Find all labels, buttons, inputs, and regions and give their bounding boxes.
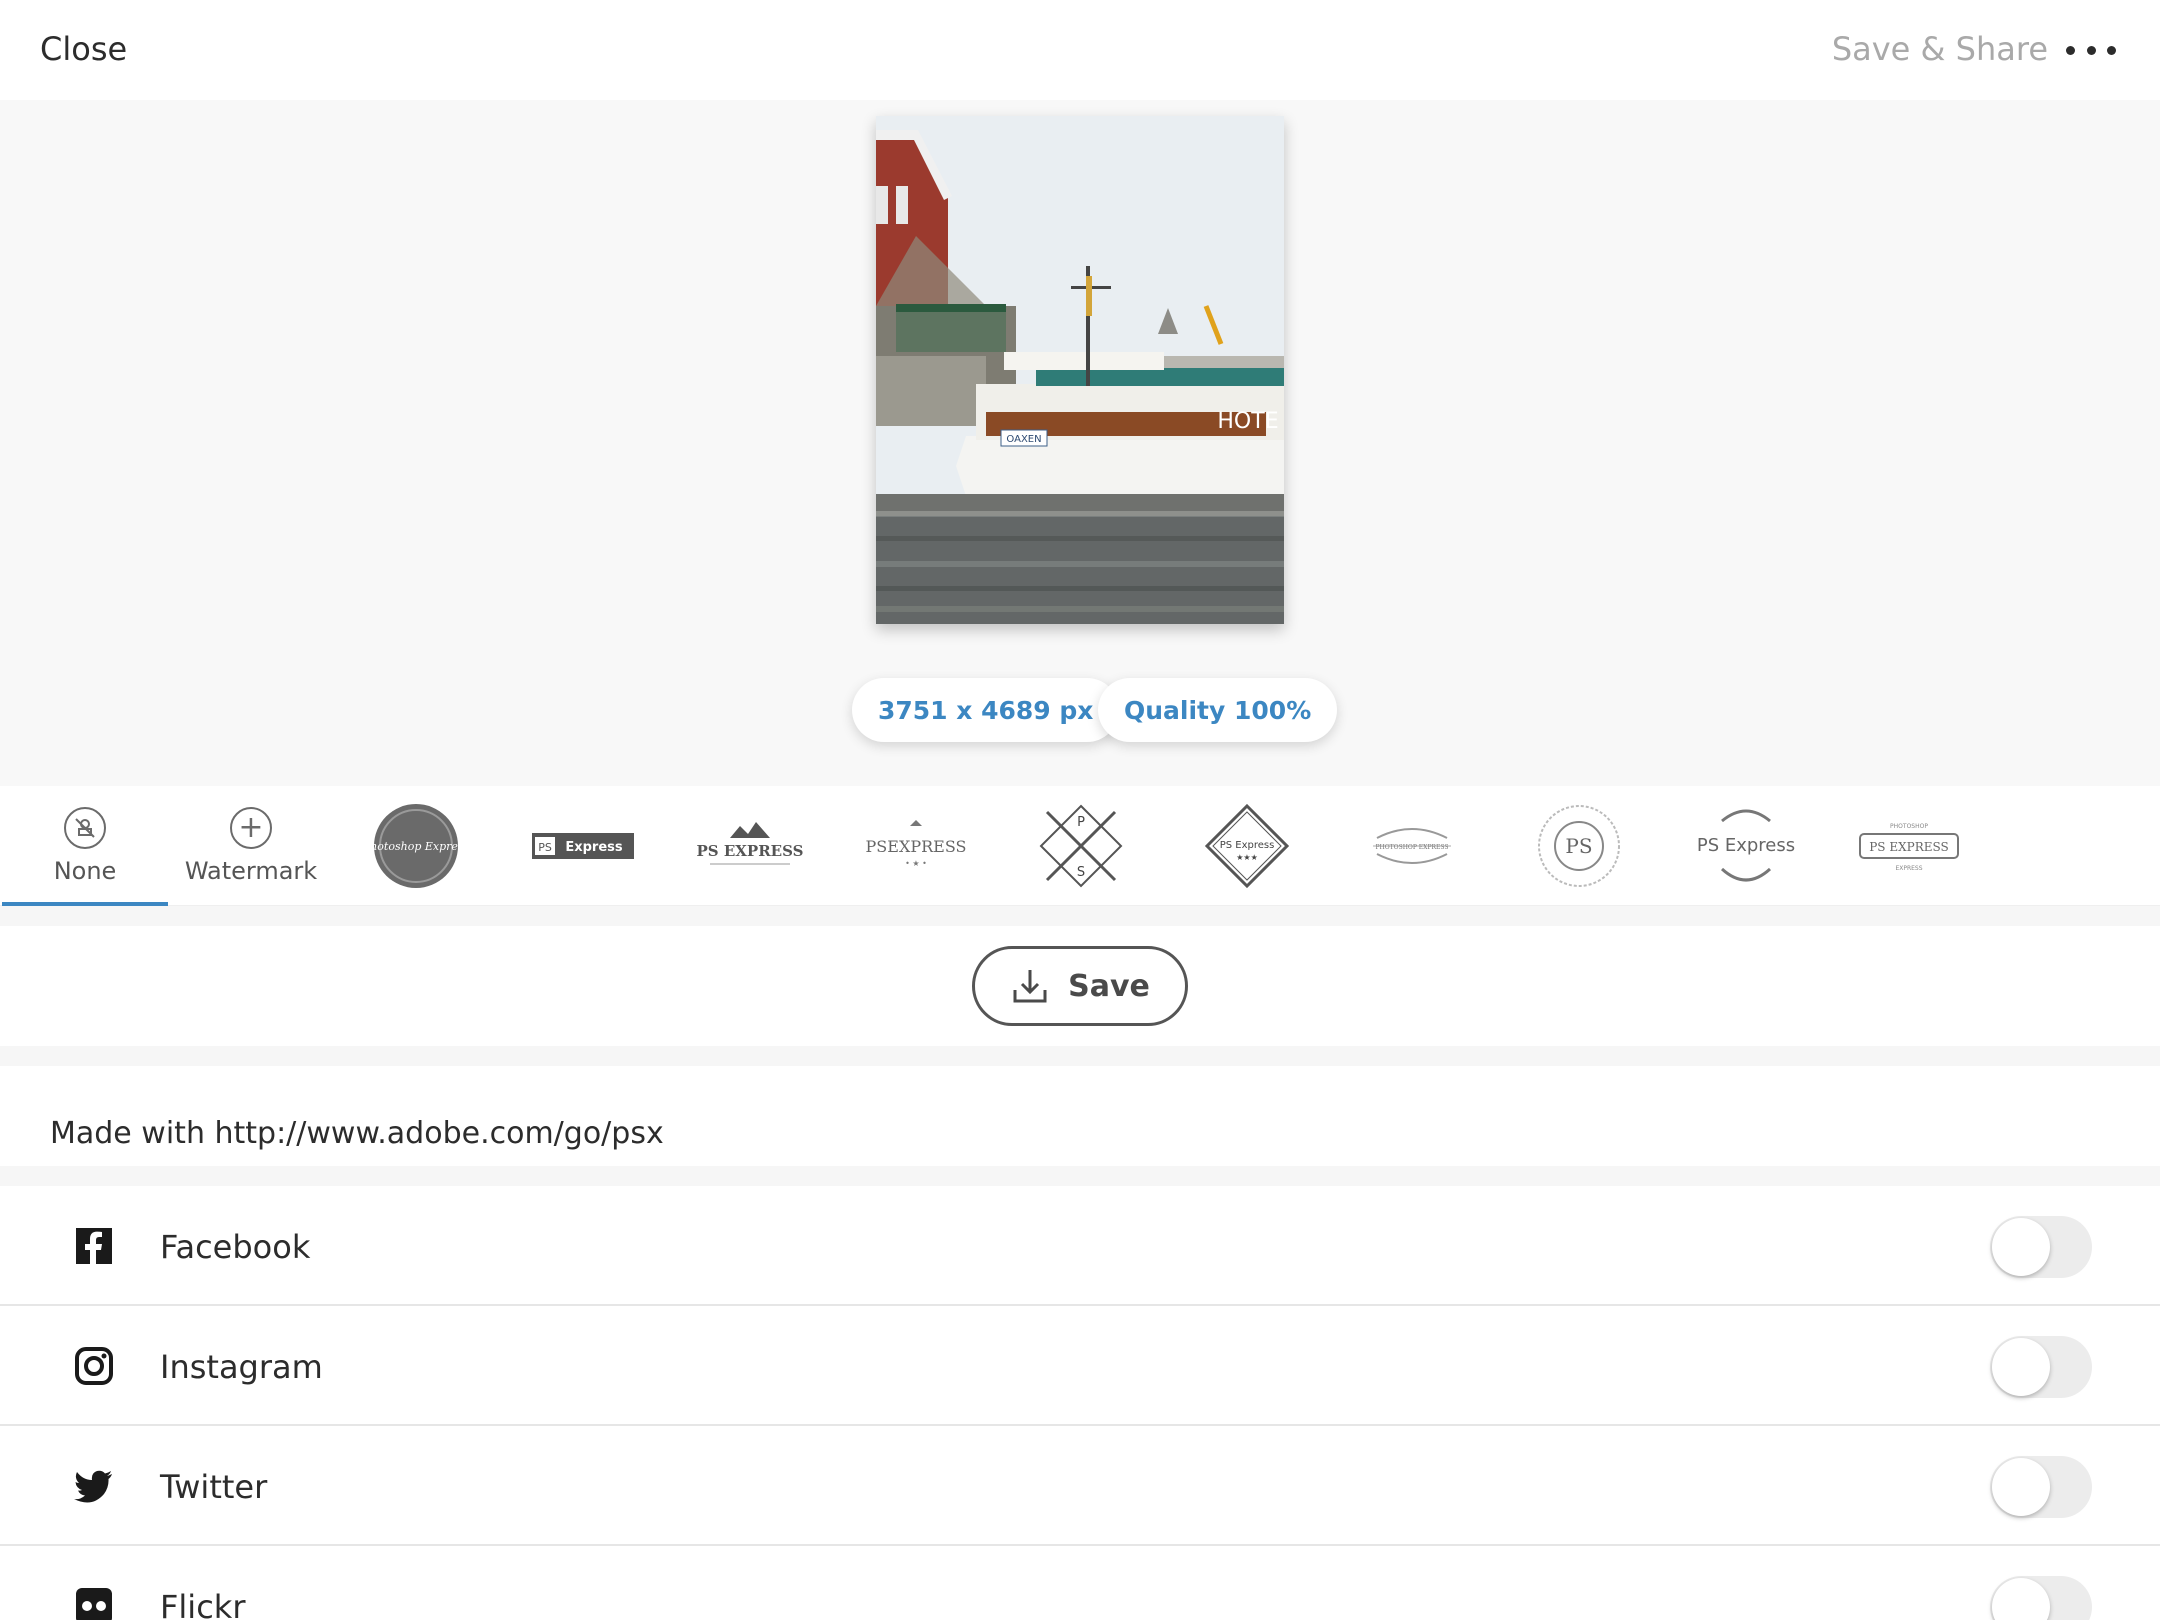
save-row: Save <box>0 926 2160 1046</box>
facebook-toggle[interactable] <box>1990 1216 2092 1278</box>
ellipsis-icon[interactable] <box>2066 30 2116 70</box>
svg-text:PHOTOSHOP: PHOTOSHOP <box>1890 823 1928 830</box>
watermark-logo-thin-ring[interactable]: PHOTOSHOP EXPRESS <box>1366 800 1458 892</box>
share-row-flickr[interactable]: Flickr <box>0 1546 2160 1620</box>
svg-text:PS Express: PS Express <box>1220 840 1275 851</box>
watermark-add[interactable]: + Watermark <box>168 786 334 906</box>
svg-text:PS: PS <box>1565 834 1592 858</box>
watermark-logo-photoshop-express-seal[interactable]: Photoshop Express <box>370 800 462 892</box>
section-divider <box>0 906 2160 926</box>
instagram-toggle[interactable] <box>1990 1336 2092 1398</box>
watermark-strip: None + Watermark Photoshop Express PS Ex… <box>0 786 2160 906</box>
watermark-logo-arched[interactable]: PSEXPRESS • ★ • <box>858 800 974 892</box>
section-divider <box>0 1046 2160 1066</box>
watermark-add-label: Watermark <box>184 857 318 885</box>
share-row-facebook[interactable]: Facebook <box>0 1186 2160 1306</box>
watermark-logo-diamond[interactable]: PS Express ★★★ <box>1202 800 1292 892</box>
watermark-logo-ps-circle[interactable]: PS <box>1534 800 1624 892</box>
share-name-instagram: Instagram <box>160 1348 323 1386</box>
save-button[interactable]: Save <box>972 946 1188 1026</box>
share-row-instagram[interactable]: Instagram <box>0 1306 2160 1426</box>
instagram-icon <box>75 1347 113 1385</box>
svg-text:PS: PS <box>538 841 552 854</box>
watermark-logo-boxed[interactable]: PHOTOSHOP PS EXPRESS EXPRESS <box>1856 800 1962 892</box>
svg-text:P: P <box>1077 815 1085 830</box>
watermark-none[interactable]: None <box>2 786 168 906</box>
twitter-icon <box>74 1470 112 1503</box>
svg-text:EXPRESS: EXPRESS <box>1895 865 1922 872</box>
svg-text:PS EXPRESS: PS EXPRESS <box>697 842 804 860</box>
svg-text:PS EXPRESS: PS EXPRESS <box>1869 840 1949 854</box>
svg-text:• ★ •: • ★ • <box>905 859 927 868</box>
watermark-logo-crossed-arrows[interactable]: P S <box>1036 800 1126 892</box>
download-icon <box>1013 970 1047 1003</box>
twitter-toggle[interactable] <box>1990 1456 2092 1518</box>
quality-pill[interactable]: Quality 100% <box>1098 678 1338 742</box>
watermark-logo-ps-bar[interactable]: PS Express <box>532 800 634 892</box>
section-divider <box>0 1166 2160 1186</box>
photo-preview: OAXEN HOTE <box>876 116 1284 624</box>
save-label: Save <box>1068 968 1150 1004</box>
svg-text:Express: Express <box>565 840 623 855</box>
flickr-toggle[interactable] <box>1990 1576 2092 1620</box>
share-name-twitter: Twitter <box>160 1468 268 1506</box>
save-share-button[interactable]: Save & Share <box>1832 30 2048 68</box>
facebook-icon <box>76 1228 112 1264</box>
caption-field[interactable]: Made with http://www.adobe.com/go/psx <box>0 1066 2160 1166</box>
share-name-facebook: Facebook <box>160 1228 311 1266</box>
watermark-none-label: None <box>53 857 117 885</box>
image-size-pill[interactable]: 3751 x 4689 px <box>852 678 1120 742</box>
svg-text:PHOTOSHOP EXPRESS: PHOTOSHOP EXPRESS <box>1375 844 1448 851</box>
image-preview-area: OAXEN HOTE 3751 x 4689 px Quality 100% <box>0 100 2160 786</box>
top-bar: Close Save & Share <box>0 0 2160 100</box>
share-row-twitter[interactable]: Twitter <box>0 1426 2160 1546</box>
svg-text:PS Express: PS Express <box>1697 835 1795 856</box>
hotel-sign: HOTE <box>1217 409 1278 434</box>
svg-text:S: S <box>1077 865 1085 880</box>
svg-text:Photoshop Express: Photoshop Express <box>372 840 460 853</box>
flickr-icon <box>76 1588 112 1620</box>
watermark-logo-mountain[interactable]: PS EXPRESS <box>690 800 810 892</box>
share-name-flickr: Flickr <box>160 1588 246 1620</box>
caption-text: Made with http://www.adobe.com/go/psx <box>50 1116 664 1151</box>
plus-circle-icon: + <box>230 807 272 849</box>
watermark-logo-ps-express-arcs[interactable]: PS Express <box>1686 800 1806 892</box>
no-watermark-icon <box>64 807 106 849</box>
svg-text:★★★: ★★★ <box>1236 853 1258 862</box>
boat-sign: OAXEN <box>1006 434 1041 445</box>
svg-text:PSEXPRESS: PSEXPRESS <box>866 837 967 856</box>
close-button[interactable]: Close <box>40 30 127 68</box>
